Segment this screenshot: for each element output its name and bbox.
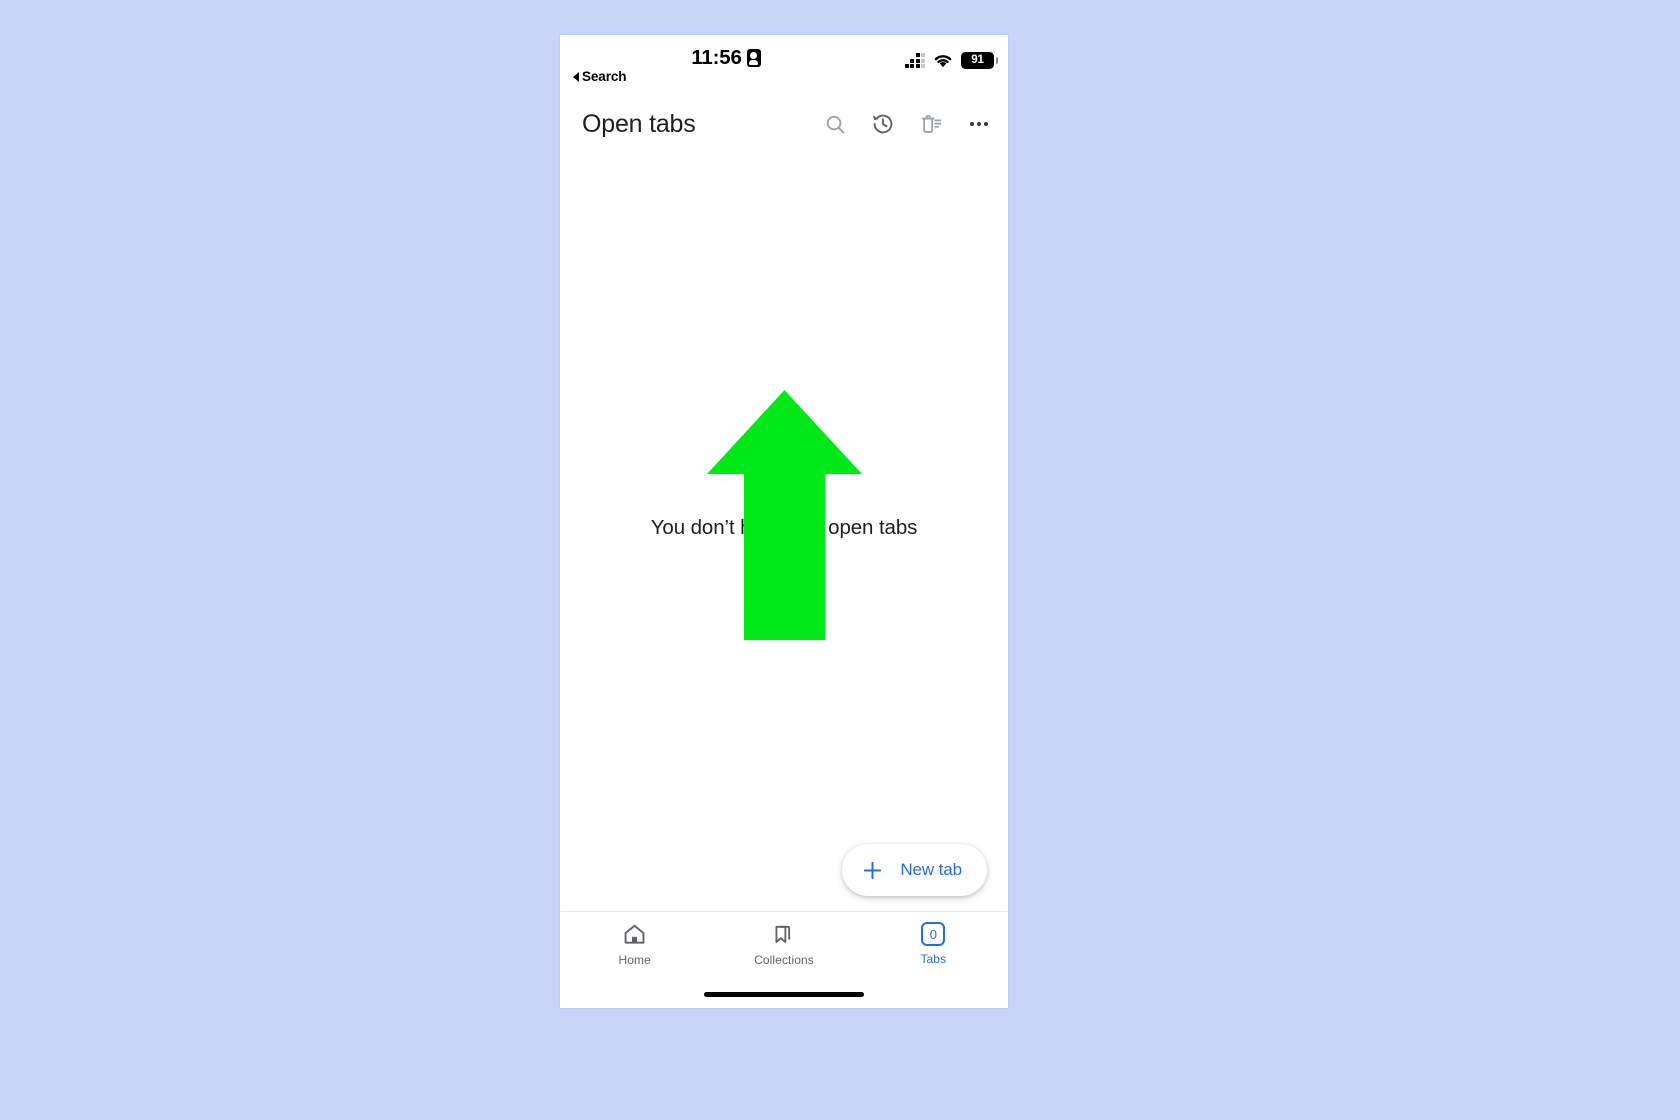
home-indicator bbox=[704, 992, 864, 997]
empty-state-message: You don’t have any open tabs bbox=[650, 515, 918, 539]
cellular-signal-dots-icon bbox=[904, 53, 925, 68]
app-header: Open tabs bbox=[560, 95, 1008, 153]
status-time: 11:56 bbox=[691, 46, 742, 69]
back-triangle-icon bbox=[573, 71, 579, 82]
battery-level: 91 bbox=[971, 53, 984, 66]
nav-label-tabs: Tabs bbox=[920, 952, 947, 966]
back-to-search-label: Search bbox=[582, 69, 627, 84]
new-tab-button[interactable]: New tab bbox=[842, 844, 987, 896]
screen-recording-badge-icon bbox=[746, 49, 761, 67]
battery-icon: 91 bbox=[961, 52, 998, 69]
back-to-search-link[interactable]: Search bbox=[573, 69, 627, 84]
plus-icon bbox=[864, 861, 882, 879]
new-tab-label: New tab bbox=[900, 860, 962, 879]
tabs-count-icon: 0 bbox=[921, 922, 946, 946]
nav-item-collections[interactable]: Collections bbox=[709, 922, 858, 967]
status-time-group: 11:56 bbox=[560, 46, 950, 70]
nav-item-home[interactable]: Home bbox=[560, 922, 709, 967]
status-indicators: 91 bbox=[904, 52, 998, 69]
more-horizontal-icon bbox=[969, 121, 989, 127]
header-actions bbox=[822, 111, 992, 137]
annotation-arrow-up bbox=[707, 390, 862, 640]
bookmark-collections-icon bbox=[775, 925, 791, 943]
trash-list-icon bbox=[921, 115, 942, 133]
status-bar: 11:56 91 bbox=[560, 35, 1008, 83]
history-clock-icon bbox=[873, 114, 893, 134]
close-all-tabs-button[interactable] bbox=[918, 111, 944, 137]
nav-label-home: Home bbox=[618, 953, 651, 967]
home-icon bbox=[624, 924, 645, 944]
tabs-count-value: 0 bbox=[929, 926, 937, 942]
phone-screen: 11:56 91 Search Open tabs You don’t have… bbox=[560, 35, 1008, 1008]
nav-label-collections: Collections bbox=[754, 953, 814, 967]
wifi-icon bbox=[934, 55, 952, 68]
more-options-button[interactable] bbox=[966, 111, 992, 137]
history-button[interactable] bbox=[870, 111, 896, 137]
search-icon bbox=[826, 115, 844, 133]
nav-item-tabs[interactable]: 0 Tabs bbox=[859, 922, 1008, 966]
search-button[interactable] bbox=[822, 111, 848, 137]
page-title: Open tabs bbox=[582, 109, 696, 138]
bottom-navigation: Home Collections 0 Tabs bbox=[560, 911, 1008, 982]
